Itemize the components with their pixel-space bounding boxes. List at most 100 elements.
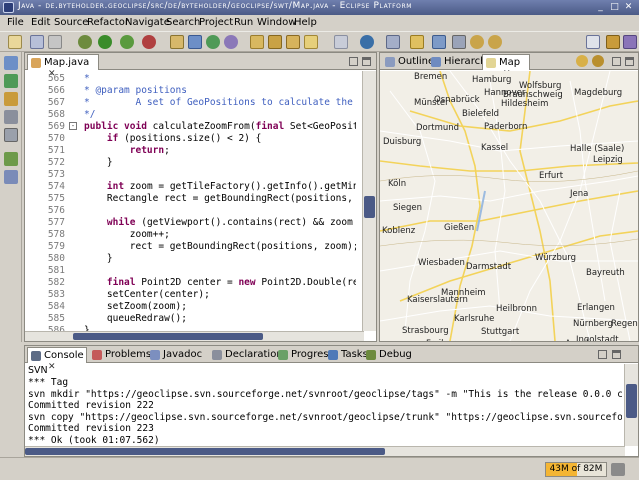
forward-icon[interactable] — [452, 35, 466, 49]
zoom-icon[interactable] — [576, 55, 588, 67]
scrollbar-thumb[interactable] — [626, 384, 637, 418]
menu-help[interactable]: Help — [294, 17, 317, 28]
menu-source[interactable]: Source — [54, 17, 88, 28]
code-line[interactable]: 578 zoom++; — [25, 229, 356, 241]
search-icon[interactable] — [286, 35, 300, 49]
code-line[interactable]: 572 } — [25, 157, 356, 169]
maximize-view-icon[interactable] — [625, 57, 634, 66]
open-type-icon[interactable] — [250, 35, 264, 49]
print-icon[interactable] — [48, 35, 62, 49]
console-horizontal-scrollbar[interactable] — [25, 446, 625, 456]
save-icon[interactable] — [30, 35, 44, 49]
new-class-wizard-icon[interactable] — [206, 35, 220, 49]
package-explorer-icon[interactable] — [4, 56, 18, 70]
debug-icon[interactable] — [78, 35, 92, 49]
code-line[interactable]: 574 int zoom = getTileFactory().getInfo(… — [25, 181, 356, 193]
back-icon[interactable] — [470, 35, 484, 49]
garbage-collect-icon[interactable] — [611, 463, 625, 476]
minimize-view-icon[interactable] — [612, 57, 621, 66]
refresh-icon[interactable] — [224, 35, 238, 49]
tab-map[interactable]: Map ✕ — [482, 54, 530, 79]
maximize-view-icon[interactable] — [362, 57, 371, 66]
close-icon[interactable]: ✕ — [48, 362, 56, 372]
code-line[interactable]: 575 Rectangle rect = getBoundingRect(pos… — [25, 193, 356, 205]
tab-map-java[interactable]: Map.java ✕ — [27, 54, 99, 79]
console-vertical-scrollbar[interactable] — [624, 364, 638, 446]
debug-perspective-icon[interactable] — [623, 35, 637, 49]
run-external-icon[interactable] — [120, 35, 134, 49]
tab-declaration[interactable]: Declaration — [209, 347, 283, 363]
maximize-icon[interactable]: □ — [609, 2, 620, 13]
code-line[interactable]: 570 if (positions.size() < 2) { — [25, 133, 356, 145]
open-task-icon[interactable] — [268, 35, 282, 49]
code-line[interactable]: 566 * @param positions — [25, 85, 356, 97]
console-output[interactable]: *** Tag svn mkdir "https://geoclipse.svn.… — [28, 377, 622, 457]
globe-icon[interactable] — [360, 35, 374, 49]
edit-icon[interactable] — [304, 35, 318, 49]
tab-console[interactable]: Console ✕ — [27, 347, 87, 372]
new-icon[interactable] — [8, 35, 22, 49]
scrollbar-thumb[interactable] — [73, 333, 263, 340]
code-line[interactable]: 567 * A set of GeoPositions to calculate … — [25, 97, 356, 109]
code-line[interactable]: 579 rect = getBoundingRect(positions, zo… — [25, 241, 356, 253]
toggle-icon[interactable] — [386, 35, 400, 49]
tab-outline[interactable]: Outline — [382, 54, 434, 70]
code-line[interactable]: 582 final Point2D center = new Point2D.D… — [25, 277, 356, 289]
tab-problems[interactable]: Problems — [89, 347, 151, 363]
code-line[interactable]: 565 * — [25, 73, 356, 85]
menu-refactor[interactable]: Refactor — [87, 17, 129, 28]
java-perspective-icon[interactable] — [606, 35, 620, 49]
code-area[interactable]: 565 * 566 * @param positions 567 * A set of … — [25, 71, 356, 331]
code-line[interactable]: 573 — [25, 169, 356, 181]
zoom-out-icon[interactable] — [592, 55, 604, 67]
code-line[interactable]: 583 setCenter(center); — [25, 289, 356, 301]
editor-vertical-scrollbar[interactable] — [362, 71, 376, 331]
java-editor[interactable]: Map.java ✕ 565 * 566 * @param positions 567… — [24, 52, 377, 342]
heap-status[interactable]: 43M of 82M — [545, 462, 607, 477]
minimize-icon[interactable]: _ — [595, 2, 606, 13]
menu-window[interactable]: Window — [257, 17, 296, 28]
restore-icon[interactable] — [4, 128, 18, 142]
minimize-view-icon[interactable] — [349, 57, 358, 66]
code-line[interactable]: 571 return; — [25, 145, 356, 157]
editor-horizontal-scrollbar[interactable] — [25, 331, 364, 341]
menu-navigate[interactable]: Navigate — [125, 17, 170, 28]
pin-icon[interactable] — [410, 35, 424, 49]
external-tools-icon[interactable] — [142, 35, 156, 49]
menu-project[interactable]: Project — [199, 17, 233, 28]
types-icon[interactable] — [4, 92, 18, 106]
hierarchy-icon[interactable] — [4, 170, 18, 184]
code-line[interactable]: 568 */ — [25, 109, 356, 121]
fold-toggle-icon[interactable]: - — [69, 122, 77, 130]
maximize-view-icon[interactable] — [612, 350, 621, 359]
junit-icon[interactable] — [4, 152, 18, 166]
code-line[interactable]: 577 while (getViewport().contains(rect) … — [25, 217, 356, 229]
close-icon[interactable]: ✕ — [623, 2, 634, 13]
menu-edit[interactable]: Edit — [31, 17, 50, 28]
menu-run[interactable]: Run — [234, 17, 253, 28]
new-class-icon[interactable] — [188, 35, 202, 49]
open-perspective-icon[interactable] — [586, 35, 600, 49]
tab-javadoc[interactable]: Javadoc — [147, 347, 205, 363]
minimize-view-icon[interactable] — [598, 350, 607, 359]
next-annotation-icon[interactable] — [334, 35, 348, 49]
run-icon[interactable] — [98, 35, 112, 49]
forward-nav-icon[interactable] — [488, 35, 502, 49]
code-line[interactable]: 581 — [25, 265, 356, 277]
code-line[interactable]: 580 } — [25, 253, 356, 265]
code-line[interactable]: 584 setZoom(zoom); — [25, 301, 356, 313]
code-line[interactable]: 585 queueRedraw(); — [25, 313, 356, 325]
scrollbar-thumb[interactable] — [25, 448, 385, 455]
code-line[interactable]: 569- public void calculateZoomFrom(final … — [25, 121, 356, 133]
tab-debug[interactable]: Debug — [363, 347, 413, 363]
menu-search[interactable]: Search — [166, 17, 200, 28]
map-canvas[interactable]: Bremen Hamburg Wolfsburg Hannover Braunschwe… — [380, 71, 638, 341]
last-edit-icon[interactable] — [432, 35, 446, 49]
new-package-icon[interactable] — [170, 35, 184, 49]
navigator-icon[interactable] — [4, 74, 18, 88]
tab-hierarchy[interactable]: Hierarchy — [428, 54, 492, 70]
menu-file[interactable]: File — [7, 17, 24, 28]
scrollbar-thumb[interactable] — [364, 196, 375, 218]
code-line[interactable]: 576 — [25, 205, 356, 217]
members-icon[interactable] — [4, 110, 18, 124]
